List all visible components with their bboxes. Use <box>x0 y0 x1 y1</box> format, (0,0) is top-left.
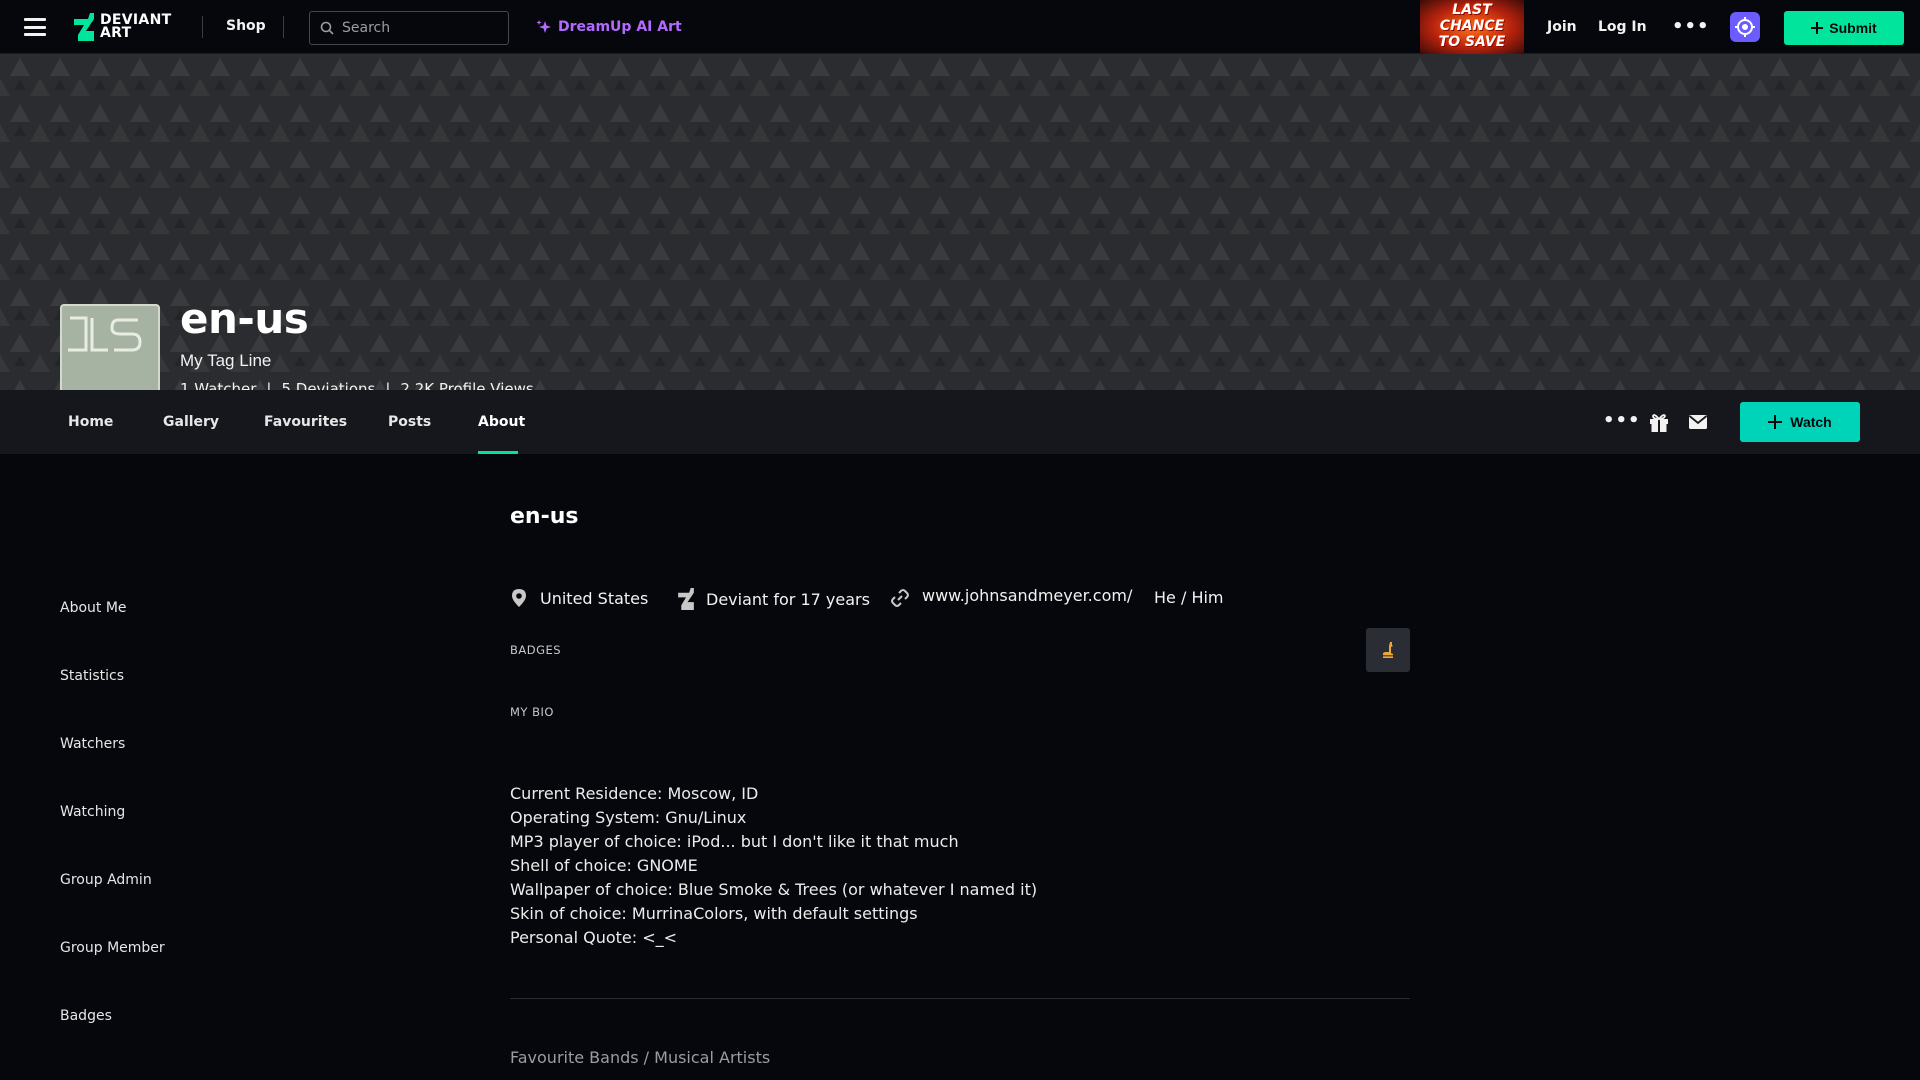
meta-location: United States <box>510 588 648 608</box>
profile-tagline: My Tag Line <box>180 351 272 370</box>
bio-line: Wallpaper of choice: Blue Smoke & Trees … <box>510 880 1038 899</box>
gear-icon <box>1735 17 1755 37</box>
favourite-bands-heading: Favourite Bands / Musical Artists <box>510 1048 771 1067</box>
sidebar-item-about-me[interactable]: About Me <box>60 600 127 616</box>
avatar-logo-icon <box>68 316 142 352</box>
search-icon <box>320 21 334 35</box>
logo-line-2: ART <box>100 25 132 41</box>
divider <box>202 16 203 38</box>
bio-line: Shell of choice: GNOME <box>510 856 698 875</box>
bio-text: Current Residence: Moscow, ID Operating … <box>510 782 1037 950</box>
avatar[interactable] <box>60 304 160 390</box>
watch-button[interactable]: Watch <box>1740 402 1860 442</box>
bio-line: MP3 player of choice: iPod... but I don'… <box>510 832 959 851</box>
mail-icon[interactable] <box>1688 413 1708 431</box>
stat-separator: | <box>266 380 272 390</box>
promo-line-1: LAST <box>1452 2 1492 18</box>
dreamup-label: DreamUp AI Art <box>558 19 682 35</box>
search-input[interactable] <box>342 20 492 36</box>
tab-gallery[interactable]: Gallery <box>163 414 219 430</box>
meta-website: www.johnsandmeyer.com/ <box>890 586 1132 608</box>
sidebar-item-badges[interactable]: Badges <box>60 1008 112 1024</box>
plus-icon <box>1768 415 1783 429</box>
dreamup-link[interactable]: DreamUp AI Art <box>536 19 682 35</box>
website-link[interactable]: www.johnsandmeyer.com/ <box>922 586 1132 605</box>
deviantart-logo-icon <box>74 13 94 41</box>
login-link[interactable]: Log In <box>1598 19 1647 35</box>
pronouns-text: He / Him <box>1154 588 1224 607</box>
bio-line: Personal Quote: <_< <box>510 928 678 947</box>
location-pin-icon <box>512 589 526 607</box>
top-bar: DEVIANT ART Shop DreamUp AI Art LAST CHA… <box>0 0 1920 54</box>
plus-icon <box>1811 22 1824 34</box>
tab-favourites[interactable]: Favourites <box>264 414 347 430</box>
link-icon <box>891 589 909 607</box>
submit-button[interactable]: Submit <box>1784 11 1904 45</box>
active-tab-indicator <box>478 451 518 454</box>
meta-deviant-for: Deviant for 17 years <box>678 588 870 610</box>
hamburger-icon[interactable] <box>24 18 46 36</box>
promo-line-2: CHANCE <box>1439 18 1505 34</box>
sidebar-item-group-member[interactable]: Group Member <box>60 940 165 956</box>
profile-nav: Home Gallery Favourites Posts About ••• … <box>0 390 1920 454</box>
deviantart-logo-icon <box>678 588 694 610</box>
profile-banner: en-us My Tag Line 1 Watcher | 5 Deviatio… <box>0 54 1920 390</box>
tab-about[interactable]: About <box>478 414 525 430</box>
profile-username: en-us <box>180 294 309 343</box>
stat-watchers[interactable]: 1 Watcher <box>180 380 256 390</box>
sidebar-item-group-admin[interactable]: Group Admin <box>60 872 152 888</box>
profile-more-button[interactable]: ••• <box>1603 410 1641 431</box>
stat-deviations[interactable]: 5 Deviations <box>281 380 375 390</box>
sidebar-item-statistics[interactable]: Statistics <box>60 668 124 684</box>
meta-pronouns: He / Him <box>1154 588 1224 607</box>
badges-label: BADGES <box>510 643 562 657</box>
stat-profile-views: 2.2K Profile Views <box>400 380 534 390</box>
bot-icon[interactable] <box>1730 12 1760 42</box>
badge-button[interactable] <box>1366 628 1410 672</box>
llama-badge-icon <box>1383 642 1393 658</box>
gift-icon[interactable] <box>1648 411 1670 433</box>
join-link[interactable]: Join <box>1547 19 1577 35</box>
submit-label: Submit <box>1829 20 1877 36</box>
search-box[interactable] <box>309 11 509 45</box>
sparkle-icon <box>536 20 551 33</box>
watch-label: Watch <box>1790 414 1832 430</box>
about-title: en-us <box>510 504 579 529</box>
deviantart-logo[interactable]: DEVIANT ART <box>74 13 171 41</box>
more-menu-button[interactable]: ••• <box>1672 16 1710 37</box>
tab-posts[interactable]: Posts <box>388 414 431 430</box>
section-divider <box>510 998 1410 999</box>
stat-separator: | <box>385 380 391 390</box>
bio-line: Operating System: Gnu/Linux <box>510 808 747 827</box>
tab-home[interactable]: Home <box>68 414 113 430</box>
bio-label: MY BIO <box>510 705 554 719</box>
deviant-for-text: Deviant for 17 years <box>706 589 870 609</box>
promo-line-3: TO SAVE <box>1438 34 1506 50</box>
sidebar-item-watching[interactable]: Watching <box>60 804 125 820</box>
promo-banner[interactable]: LAST CHANCE TO SAVE <box>1420 0 1524 54</box>
bio-line: Current Residence: Moscow, ID <box>510 784 759 803</box>
location-text: United States <box>540 588 649 608</box>
sidebar-item-watchers[interactable]: Watchers <box>60 736 125 752</box>
profile-stats: 1 Watcher | 5 Deviations | 2.2K Profile … <box>180 380 534 390</box>
divider <box>283 16 284 38</box>
shop-link[interactable]: Shop <box>226 18 266 34</box>
bio-line: Skin of choice: MurrinaColors, with defa… <box>510 904 918 923</box>
